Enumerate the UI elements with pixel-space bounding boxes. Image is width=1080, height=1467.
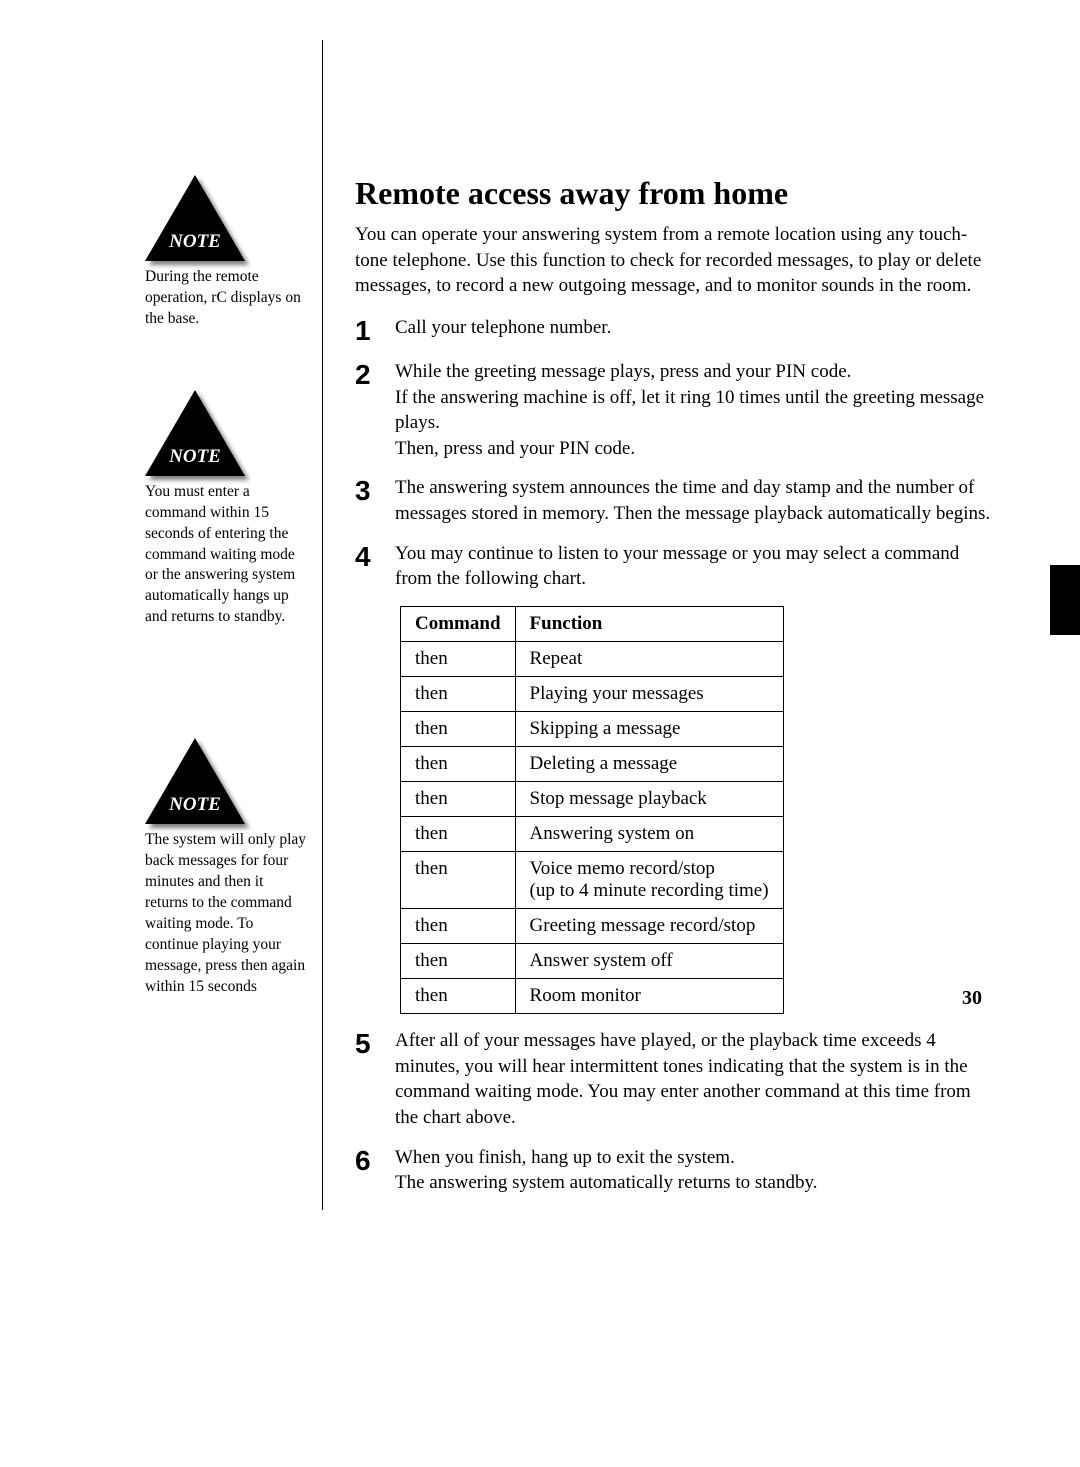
command-cell: then [401, 817, 516, 852]
main-content: Remote access away from home You can ope… [355, 40, 995, 1196]
function-cell: Skipping a message [515, 712, 783, 747]
step-number: 6 [355, 1145, 395, 1196]
command-cell: then [401, 782, 516, 817]
command-cell: then [401, 712, 516, 747]
step: 5 After all of your messages have played… [355, 1028, 995, 1131]
function-cell: Deleting a message [515, 747, 783, 782]
step-text: While the greeting message plays, press … [395, 359, 995, 462]
step-number: 5 [355, 1028, 395, 1131]
table-row: then Deleting a message [401, 747, 784, 782]
note-text: During the remote operation, rC displays… [145, 267, 310, 330]
command-cell: then [401, 677, 516, 712]
table-row: then Skipping a message [401, 712, 784, 747]
step: 6 When you finish, hang up to exit the s… [355, 1145, 995, 1196]
function-cell: Playing your messages [515, 677, 783, 712]
function-cell: Voice memo record/stop(up to 4 minute re… [515, 852, 783, 909]
sidebar-notes-column: NOTE During the remote operation, rC dis… [145, 175, 310, 1038]
note-triangle-label: NOTE [160, 446, 230, 468]
note-triangle-icon: NOTE [145, 390, 245, 476]
command-cell: then [401, 852, 516, 909]
function-cell: Answering system on [515, 817, 783, 852]
note-block: NOTE The system will only play back mess… [145, 738, 310, 997]
note-block: NOTE During the remote operation, rC dis… [145, 175, 310, 330]
document-page: NOTE During the remote operation, rC dis… [0, 0, 1080, 1250]
intro-paragraph: You can operate your answering system fr… [355, 222, 995, 299]
function-cell: Answer system off [515, 944, 783, 979]
table-row: then Playing your messages [401, 677, 784, 712]
note-triangle-icon: NOTE [145, 175, 245, 261]
step-number: 1 [355, 315, 395, 345]
table-row: then Answer system off [401, 944, 784, 979]
step-text: You may continue to listen to your messa… [395, 541, 995, 592]
function-cell: Stop message playback [515, 782, 783, 817]
step-number: 2 [355, 359, 395, 462]
command-cell: then [401, 944, 516, 979]
step-number: 4 [355, 541, 395, 592]
step: 3 The answering system announces the tim… [355, 475, 995, 526]
note-block: NOTE You must enter a command within 15 … [145, 390, 310, 628]
note-text: The system will only play back messages … [145, 830, 310, 997]
command-cell: then [401, 747, 516, 782]
section-title: Remote access away from home [355, 175, 995, 212]
table-row: then Room monitor [401, 979, 784, 1014]
function-cell: Room monitor [515, 979, 783, 1014]
table-row: then Stop message playback [401, 782, 784, 817]
command-function-table: Command Function then Repeat then Playin… [400, 606, 784, 1014]
vertical-divider [322, 40, 323, 1210]
page-edge-tab [1050, 565, 1080, 635]
step-number: 3 [355, 475, 395, 526]
function-cell: Greeting message record/stop [515, 909, 783, 944]
step: 2 While the greeting message plays, pres… [355, 359, 995, 462]
table-row: then Voice memo record/stop(up to 4 minu… [401, 852, 784, 909]
note-text: You must enter a command within 15 secon… [145, 482, 310, 628]
function-cell: Repeat [515, 642, 783, 677]
step-text: When you finish, hang up to exit the sys… [395, 1145, 995, 1196]
step-text: The answering system announces the time … [395, 475, 995, 526]
step: 4 You may continue to listen to your mes… [355, 541, 995, 592]
page-number: 30 [962, 987, 982, 1010]
table-row: then Greeting message record/stop [401, 909, 784, 944]
note-triangle-icon: NOTE [145, 738, 245, 824]
note-triangle-label: NOTE [160, 231, 230, 253]
command-cell: then [401, 909, 516, 944]
table-header-command: Command [401, 607, 516, 642]
table-row: then Answering system on [401, 817, 784, 852]
note-triangle-label: NOTE [160, 794, 230, 816]
step-text: After all of your messages have played, … [395, 1028, 995, 1131]
command-cell: then [401, 642, 516, 677]
table-header-function: Function [515, 607, 783, 642]
step-text: Call your telephone number. [395, 315, 995, 345]
command-cell: then [401, 979, 516, 1014]
table-row: then Repeat [401, 642, 784, 677]
step: 1 Call your telephone number. [355, 315, 995, 345]
